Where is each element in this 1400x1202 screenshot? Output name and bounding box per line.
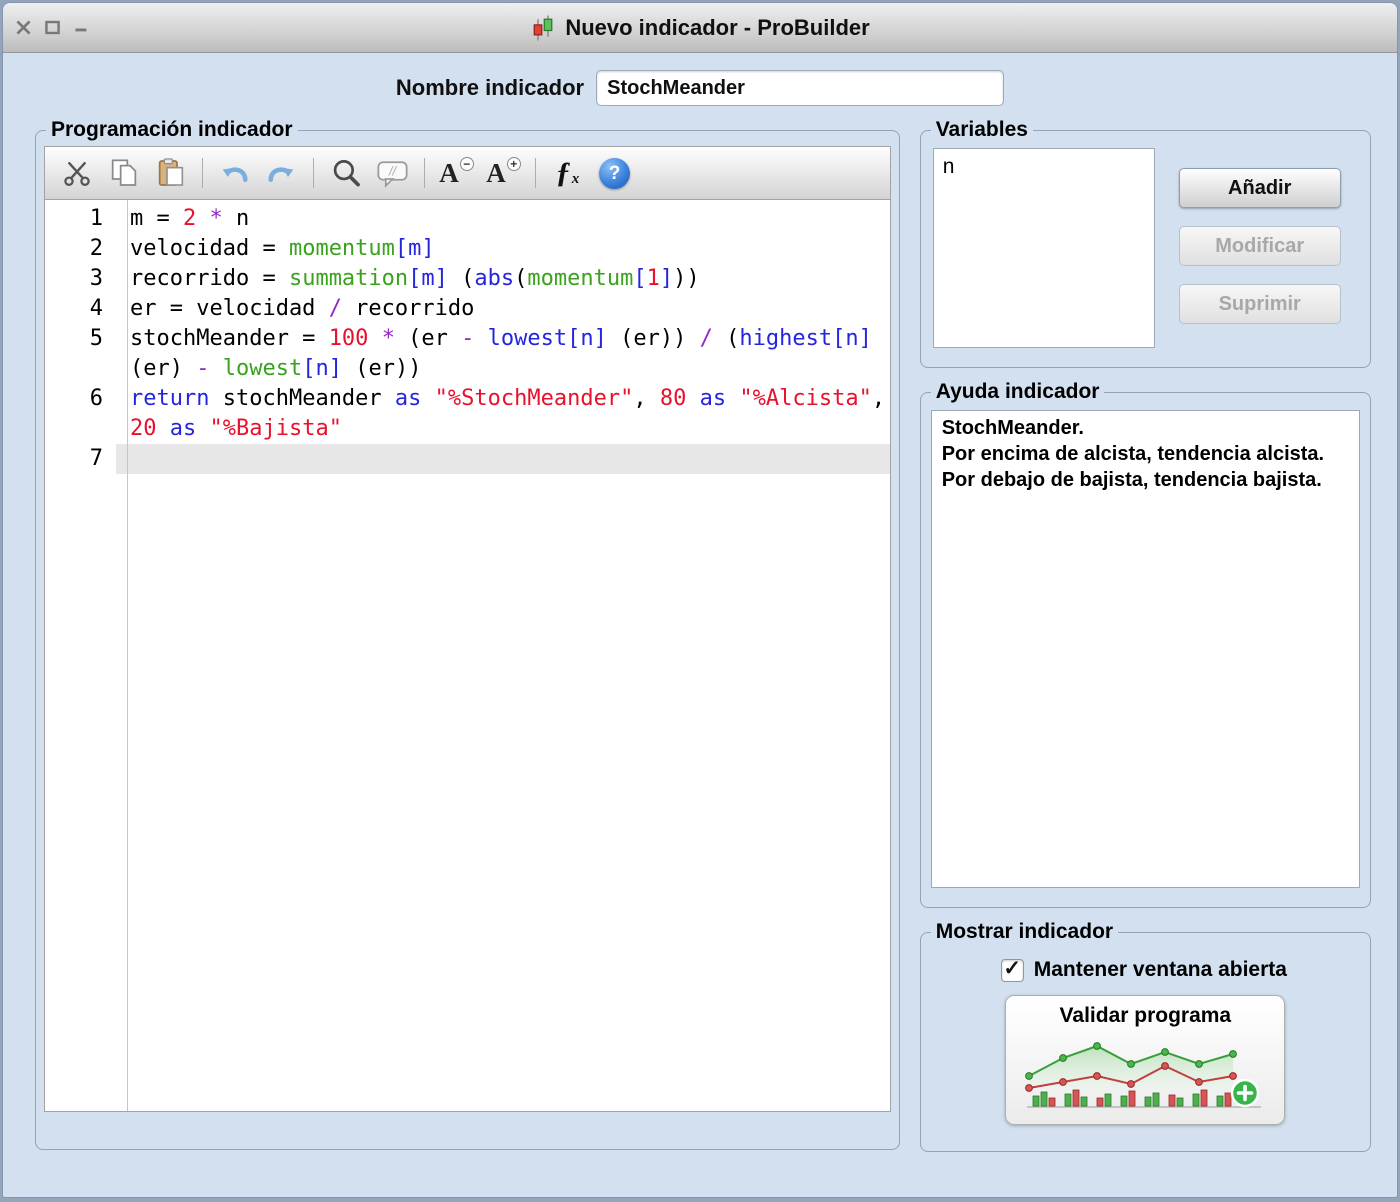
line-number: 6 xyxy=(45,384,115,444)
comment-icon[interactable]: // xyxy=(369,152,416,194)
code-text: return stochMeander as "%StochMeander", … xyxy=(116,384,890,444)
minimize-button[interactable] xyxy=(71,17,92,38)
line-number: 5 xyxy=(45,324,115,384)
font-decrease-icon[interactable]: A− xyxy=(433,152,480,194)
minimize-icon xyxy=(73,19,90,36)
validate-label: Validar programa xyxy=(1016,1004,1274,1028)
add-badge-icon xyxy=(1232,1080,1258,1106)
editor-legend: Programación indicador xyxy=(46,118,298,142)
toolbar-separator xyxy=(535,158,536,188)
variable-item[interactable]: n xyxy=(943,153,1145,180)
variables-buttons: Añadir Modificar Suprimir xyxy=(1179,148,1360,348)
code-line-7: 7 xyxy=(45,444,890,474)
indicator-name-input[interactable] xyxy=(596,70,1004,106)
redo-icon[interactable] xyxy=(258,152,305,194)
right-column: Variables n Añadir Modificar Suprimir Ay… xyxy=(920,118,1371,1152)
help-text[interactable]: StochMeander. Por encima de alcista, ten… xyxy=(931,410,1360,888)
titlebar: Nuevo indicador - ProBuilder xyxy=(3,3,1397,53)
toolbar-separator xyxy=(313,158,314,188)
gutter-separator xyxy=(127,200,128,1111)
help-icon[interactable]: ? xyxy=(591,152,638,194)
show-legend: Mostrar indicador xyxy=(931,920,1118,944)
toolbar-separator xyxy=(202,158,203,188)
editor-panel: Programación indicador // A−A+ ƒx? 1m = 2 … xyxy=(35,118,900,1150)
code-line-4: 4er = velocidad / recorrido xyxy=(45,294,890,324)
window-controls xyxy=(13,3,92,52)
maximize-icon xyxy=(44,19,61,36)
checkmark-icon: ✓ xyxy=(1003,958,1021,979)
font-increase-icon[interactable]: A+ xyxy=(480,152,527,194)
line-number: 2 xyxy=(45,234,115,264)
main-content: Programación indicador // A−A+ ƒx? 1m = 2 … xyxy=(3,118,1397,1152)
indicator-name-label: Nombre indicador xyxy=(396,75,584,101)
variables-legend: Variables xyxy=(931,118,1033,142)
keep-window-checkbox[interactable]: ✓ xyxy=(1001,959,1024,982)
code-text: m = 2 * n xyxy=(116,204,890,234)
window-title: Nuevo indicador - ProBuilder xyxy=(565,15,869,41)
code-text: velocidad = momentum[m] xyxy=(116,234,890,264)
line-number: 3 xyxy=(45,264,115,294)
show-panel: Mostrar indicador ✓ Mantener ventana abi… xyxy=(920,920,1371,1152)
maximize-button[interactable] xyxy=(42,17,63,38)
probuilder-window: Nuevo indicador - ProBuilder Nombre indi… xyxy=(2,2,1398,1198)
variables-list[interactable]: n xyxy=(933,148,1155,348)
search-icon[interactable] xyxy=(322,152,369,194)
close-button[interactable] xyxy=(13,17,34,38)
help-legend: Ayuda indicador xyxy=(931,380,1105,404)
code-text: er = velocidad / recorrido xyxy=(116,294,890,324)
code-text: stochMeander = 100 * (er - lowest[n] (er… xyxy=(116,324,890,384)
keep-window-label: Mantener ventana abierta xyxy=(1034,958,1287,982)
name-row: Nombre indicador xyxy=(3,70,1397,106)
editor-toolbar: // A−A+ ƒx? xyxy=(44,146,891,200)
code-lines: 1m = 2 * n2velocidad = momentum[m]3recor… xyxy=(45,200,890,474)
line-number: 4 xyxy=(45,294,115,324)
code-line-3: 3recorrido = summation[m] (abs(momentum[… xyxy=(45,264,890,294)
close-icon xyxy=(15,19,32,36)
code-line-6: 6return stochMeander as "%StochMeander",… xyxy=(45,384,890,444)
variables-panel: Variables n Añadir Modificar Suprimir xyxy=(920,118,1371,368)
paste-icon[interactable] xyxy=(147,152,194,194)
line-number: 1 xyxy=(45,204,115,234)
code-editor[interactable]: 1m = 2 * n2velocidad = momentum[m]3recor… xyxy=(44,200,891,1112)
candlestick-icon xyxy=(530,13,556,43)
undo-icon[interactable] xyxy=(211,152,258,194)
code-line-2: 2velocidad = momentum[m] xyxy=(45,234,890,264)
keep-window-row: ✓ Mantener ventana abierta xyxy=(1001,958,1362,982)
delete-variable-button[interactable]: Suprimir xyxy=(1179,284,1341,324)
help-panel: Ayuda indicador StochMeander. Por encima… xyxy=(920,380,1371,908)
validate-program-button[interactable]: Validar programa xyxy=(1005,995,1285,1125)
code-text xyxy=(116,444,890,474)
code-line-1: 1m = 2 * n xyxy=(45,204,890,234)
mini-chart xyxy=(1021,1032,1269,1116)
copy-icon[interactable] xyxy=(100,152,147,194)
function-icon[interactable]: ƒx xyxy=(544,152,591,194)
code-line-5: 5stochMeander = 100 * (er - lowest[n] (e… xyxy=(45,324,890,384)
add-variable-button[interactable]: Añadir xyxy=(1179,168,1341,208)
toolbar-separator xyxy=(424,158,425,188)
cut-icon[interactable] xyxy=(53,152,100,194)
modify-variable-button[interactable]: Modificar xyxy=(1179,226,1341,266)
code-text: recorrido = summation[m] (abs(momentum[1… xyxy=(116,264,890,294)
line-number: 7 xyxy=(45,444,115,474)
